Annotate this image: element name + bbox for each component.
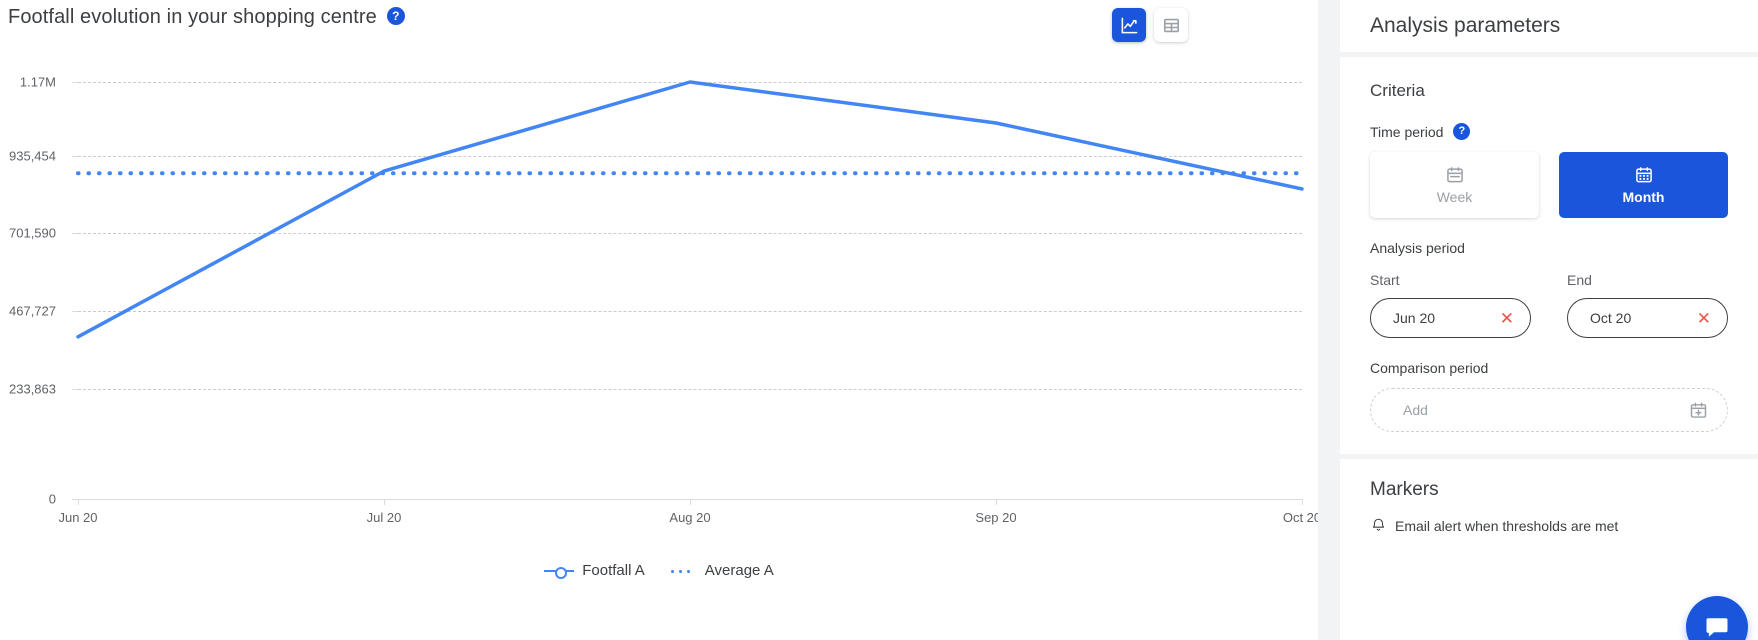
footfall-a-series [76,80,1304,339]
chart-series-svg [76,80,1304,339]
y-axis-label: 467,727 [9,303,56,319]
panel-inner: Analysis parameters Criteria Time period… [1340,0,1758,640]
start-label: Start [1370,272,1400,288]
end-date-chip[interactable]: Oct 20 ✕ [1567,298,1728,338]
start-date-group: Start Jun 20 ✕ [1370,272,1531,338]
calendar-plus-icon [1690,402,1707,418]
footfall-chart-card: Footfall evolution in your shopping cent… [0,0,1321,640]
end-label: End [1567,272,1592,288]
legend-item-average-a[interactable]: Average A [670,562,774,579]
chart-header: Footfall evolution in your shopping cent… [0,0,1318,46]
legend-item-footfall-a[interactable]: Footfall A [544,562,645,579]
time-period-week-option[interactable]: Week [1370,152,1539,218]
time-period-toggle-group: Week Month [1370,152,1728,218]
legend-label: Average A [704,562,774,579]
start-date-chip[interactable]: Jun 20 ✕ [1370,298,1531,338]
chart-view-button[interactable] [1112,8,1146,42]
x-axis-label: Jun 20 [58,510,98,525]
comparison-period-placeholder: Add [1403,402,1428,418]
panel-title: Analysis parameters [1370,14,1561,37]
time-period-month-label: Month [1622,189,1665,205]
markers-heading: Markers [1370,479,1439,500]
comparison-period-label: Comparison period [1370,360,1728,376]
line-chart-icon [1121,17,1137,33]
x-tickmark [996,499,997,505]
analysis-period-label: Analysis period [1370,240,1728,256]
y-axis-label: 0 [48,491,56,507]
x-axis-label: Aug 20 [669,510,711,525]
email-alert-row[interactable]: Email alert when thresholds are met [1370,517,1728,534]
y-axis-label: 701,590 [9,225,56,240]
x-tickmark [690,499,691,505]
x-axis-label: Oct 20 [1282,510,1322,525]
x-axis-label: Jul 20 [366,510,402,525]
comparison-period-text: Comparison period [1370,360,1489,376]
app-root: Footfall evolution in your shopping cent… [0,0,1758,640]
table-view-button[interactable] [1154,8,1188,42]
time-period-label: Time period [1370,123,1444,140]
email-alert-label: Email alert when thresholds are met [1395,517,1619,534]
chart-plot-area: 1.17M 935,454 701,590 467,727 233,863 0 [0,46,1321,640]
chart-legend: Footfall A Average A [0,562,1318,579]
analysis-parameters-panel: Analysis parameters Criteria Time period… [1318,0,1758,640]
analysis-period-text: Analysis period [1370,240,1465,256]
legend-label: Footfall A [582,562,645,579]
page-title: Footfall evolution in your shopping cent… [8,6,405,29]
start-date-value: Jun 20 [1393,310,1436,326]
x-tickmark [384,499,385,505]
y-axis-label: 1.17M [19,74,56,90]
plot-inner: 1.17M 935,454 701,590 467,727 233,863 0 [9,75,1321,526]
x-tickmark [1302,499,1303,505]
y-axis-label: 233,863 [9,381,56,397]
x-tickmark [78,499,79,505]
dotted-line-icon [670,566,697,576]
help-icon[interactable]: ? [386,6,405,25]
clear-icon[interactable]: ✕ [1500,310,1514,327]
end-date-group: End Oct 20 ✕ [1567,272,1728,338]
markers-section: Markers Email alert when thresholds are … [1340,459,1758,534]
bell-icon [1372,518,1385,531]
chat-support-button[interactable] [1686,596,1748,640]
calendar-month-icon [1635,167,1652,183]
time-period-label-row: Time period ? [1370,123,1728,140]
criteria-section: Criteria Time period ? Week Month Analys… [1340,57,1758,454]
view-toggle-group [1112,8,1188,42]
end-date-value: Oct 20 [1590,310,1632,326]
y-axis-label: 935,454 [9,148,56,163]
calendar-icon [1446,167,1463,183]
comparison-period-add-input[interactable]: Add [1370,388,1728,432]
help-icon[interactable]: ? [1453,123,1471,140]
chart-title-text: Footfall evolution in your shopping cent… [8,6,377,28]
chat-bubble-icon [1706,618,1728,637]
time-period-month-option[interactable]: Month [1559,152,1728,218]
panel-header: Analysis parameters [1340,0,1758,52]
time-period-week-label: Week [1436,189,1473,205]
clear-icon[interactable]: ✕ [1697,310,1711,327]
table-grid-icon [1163,18,1179,32]
analysis-period-row: Start Jun 20 ✕ End Oct 20 ✕ [1370,272,1728,338]
criteria-heading: Criteria [1370,81,1425,100]
line-marker-icon [544,566,575,579]
x-axis-label: Sep 20 [975,510,1017,525]
